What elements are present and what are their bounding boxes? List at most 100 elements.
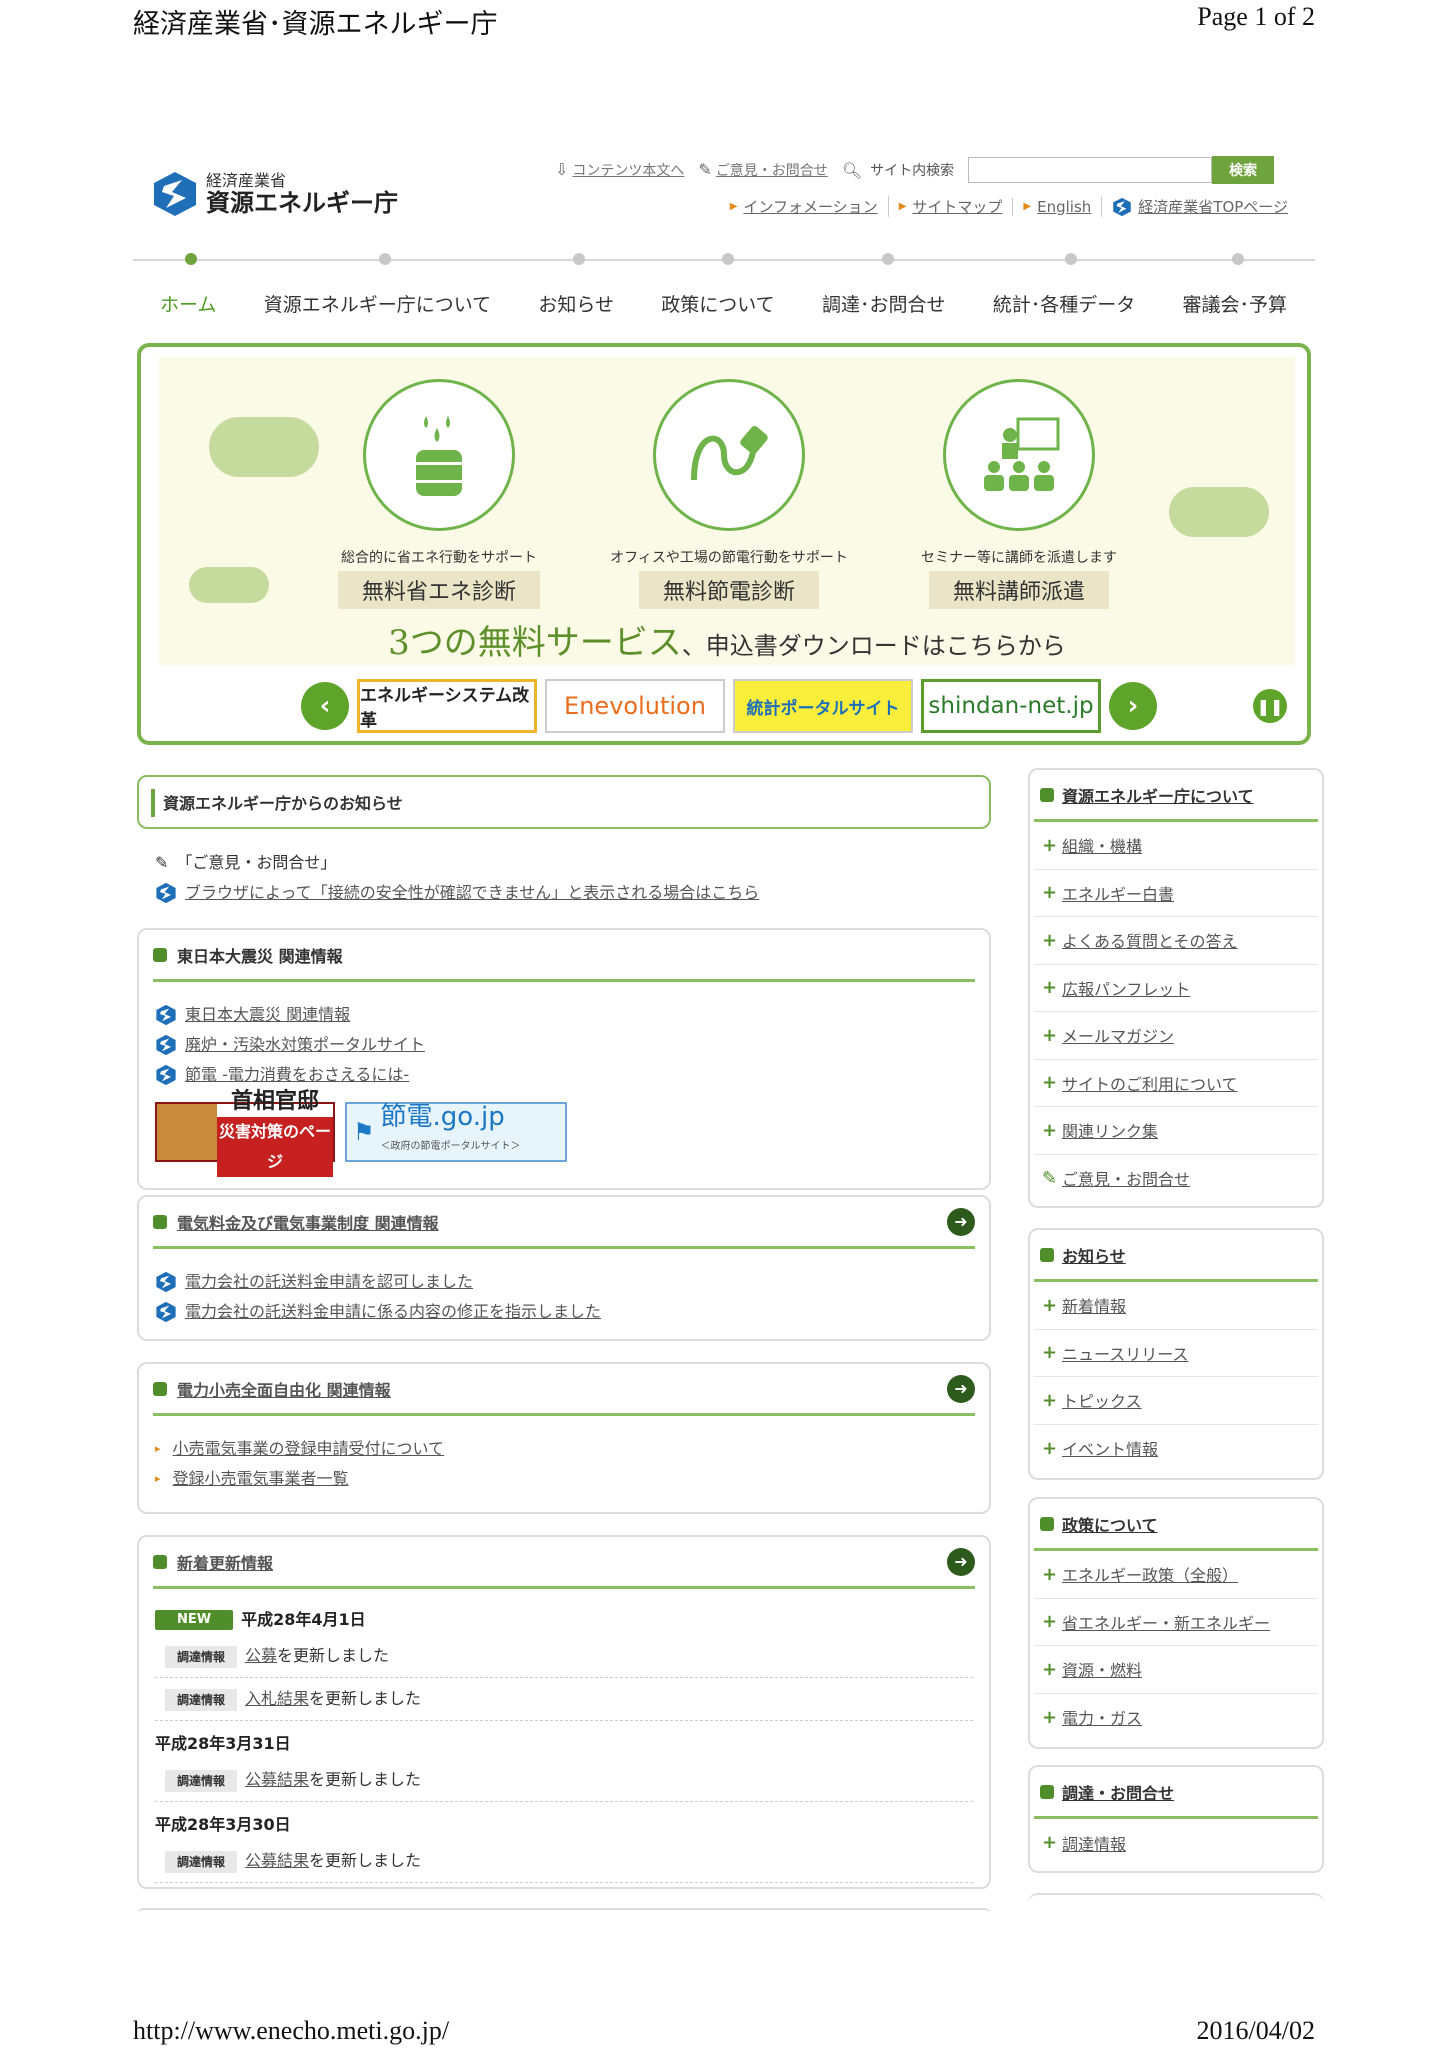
new-badge: NEW [155,1610,234,1630]
hexagon-icon [153,1381,167,1396]
nav-home[interactable]: ホーム [160,290,216,317]
utility-links: ▶ インフォメーション ▶ サイトマップ ▶ English 経済産業省TOPページ [720,196,1298,217]
plus-icon: + [1042,1437,1058,1459]
pencil-icon: ✎ [155,853,169,872]
thumb-statistics-portal[interactable]: 統計ポータルサイト [733,679,913,733]
kantei-building-image [157,1104,217,1160]
plus-icon: + [1042,977,1058,999]
retail-link[interactable]: 小売電気事業の登録申請受付について [155,1434,973,1464]
oil-drum-icon [363,379,515,531]
service-power-audit[interactable]: オフィスや工場の節電行動をサポート 無料節電診断 [599,379,859,609]
notice-feedback[interactable]: ✎ 「ご意見・お問合せ」 [155,848,759,878]
service-lecturer[interactable]: セミナー等に講師を派遣します 無料講師派遣 [889,379,1149,609]
plus-icon: + [1042,1024,1058,1046]
sidebar-item-events[interactable]: + イベント情報 [1034,1425,1318,1473]
retail-liberalization-box: 電力小売全面自由化 関連情報 ➜ 小売電気事業の登録申請受付について 登録小売電… [137,1362,991,1514]
print-url: http://www.enecho.meti.go.jp/ [133,2016,450,2045]
sidebar-item-resources-fuel[interactable]: + 資源・燃料 [1034,1646,1318,1694]
agency-logo-icon [156,1034,176,1056]
news-date: 平成28年3月30日 [155,1815,291,1834]
sidebar-item-site-usage[interactable]: + サイトのご利用について [1034,1060,1318,1107]
sidebar-item-news-release[interactable]: + ニュースリリース [1034,1330,1318,1377]
nav-policy[interactable]: 政策について [661,290,774,317]
quake-link[interactable]: 東日本大震災 関連情報 [155,1000,973,1030]
search-input[interactable] [968,157,1213,183]
english-link[interactable]: ▶ English [1012,197,1101,216]
tariff-link[interactable]: 電力会社の託送料金申請を認可しました [155,1267,973,1297]
notice-browser-warning[interactable]: ブラウザによって「接続の安全性が確認できません」と表示される場合はこちら [155,878,759,908]
banner-cta[interactable]: 3つの無料サービス、申込書ダウンロードはこちらから [159,615,1295,664]
kantei-disaster-banner[interactable]: 首相官邸 災害対策のページ [155,1089,335,1177]
sidebar-item-saving-renewable[interactable]: + 省エネルギー・新エネルギー [1034,1599,1318,1646]
plus-icon: + [1042,1658,1058,1680]
logo-agency: 資源エネルギー庁 [206,188,398,217]
search-icon: 🔍︎ [841,160,863,180]
plus-icon: + [1042,1611,1058,1633]
carousel-next-button[interactable]: › [1109,682,1157,730]
sidebar-item-energy-policy[interactable]: + エネルギー政策（全般） [1034,1551,1318,1599]
carousel-prev-button[interactable]: ‹ [301,682,349,730]
hexagon-icon [1040,1247,1054,1262]
sidebar-item-white-paper[interactable]: + エネルギー白書 [1034,870,1318,917]
triangle-icon: ▶ [898,201,907,212]
triangle-icon: ▶ [729,201,738,212]
news-item: 調達情報 公募結果を更新しました [155,1840,973,1883]
nav-dot [1232,253,1244,265]
news-date: 平成28年3月31日 [155,1734,291,1753]
sidebar-item-procurement-info[interactable]: + 調達情報 [1034,1819,1318,1867]
nav-news[interactable]: お知らせ [538,290,614,317]
sidebar-item-links[interactable]: + 関連リンク集 [1034,1107,1318,1155]
plus-icon: + [1042,882,1058,904]
category-badge: 調達情報 [165,1770,238,1792]
sidebar-item-faq[interactable]: + よくある質問とその答え [1034,917,1318,965]
global-nav: ホーム 資源エネルギー庁について お知らせ 政策について 調達･お問合せ 統計･… [133,290,1315,317]
meti-logo-icon [1113,197,1132,216]
sidebar-heading: 政策について [1034,1499,1318,1551]
plus-icon: + [1042,834,1058,856]
nav-dot [573,253,585,265]
feedback-link[interactable]: ✎ ご意見・お問合せ [698,160,827,180]
thumb-enevolution[interactable]: Enevolution [545,679,725,733]
skip-link[interactable]: ⇩ コンテンツ本文へ [555,160,684,180]
sidebar-item-pamphlet[interactable]: + 広報パンフレット [1034,965,1318,1012]
chevron-right-icon: › [1127,691,1139,721]
info-link[interactable]: ▶ インフォメーション [720,196,888,217]
nav-council[interactable]: 審議会･予算 [1182,290,1287,317]
site-logo[interactable]: 経済産業省 資源エネルギー庁 [152,170,398,218]
next-sidebar-edge [1028,1893,1324,1913]
retail-link[interactable]: 登録小売電気事業者一覧 [155,1464,973,1494]
sidebar-item-whats-new[interactable]: + 新着情報 [1034,1282,1318,1330]
search-button[interactable]: 検索 [1212,156,1275,184]
arrow-right-icon[interactable]: ➜ [947,1207,975,1236]
sidebar-item-topics[interactable]: + トピックス [1034,1377,1318,1425]
thumb-energy-reform[interactable]: エネルギーシステム改革 [357,679,537,733]
sidebar-item-feedback[interactable]: ✎ ご意見・お問合せ [1034,1155,1318,1203]
decommission-link[interactable]: 廃炉・汚染水対策ポータルサイト [155,1030,973,1060]
plus-icon: + [1042,1706,1058,1728]
nav-about[interactable]: 資源エネルギー庁について [264,290,491,317]
meti-top-link[interactable]: 経済産業省TOPページ [1101,196,1298,217]
print-date: 2016/04/02 [1196,2016,1315,2045]
nav-dot [882,253,894,265]
thumb-shindan-net[interactable]: shindan-net.jp [921,679,1101,733]
sitemap-link[interactable]: ▶ サイトマップ [887,196,1013,217]
service-energy-audit[interactable]: 総合的に省エネ行動をサポート 無料省エネ診断 [309,379,569,609]
sidebar-item-organization[interactable]: + 組織・機構 [1034,822,1318,870]
agency-logo-icon [156,1064,176,1086]
power-saving-link[interactable]: 節電 -電力消費をおさえるには- [155,1060,973,1090]
hexagon-icon [153,1214,167,1229]
sidebar-item-electricity-gas[interactable]: + 電力・ガス [1034,1694,1318,1742]
sidebar-item-mail-magazine[interactable]: + メールマガジン [1034,1012,1318,1060]
arrow-right-icon[interactable]: ➜ [947,1374,975,1403]
print-page-number: Page 1 of 2 [1197,2,1315,31]
utility-bar: ⇩ コンテンツ本文へ ✎ ご意見・お問合せ 🔍︎ サイト内検索 検索 [555,156,1275,184]
chevron-left-icon: ‹ [319,691,331,721]
nav-procurement[interactable]: 調達･お問合せ [822,290,946,317]
carousel-pause-button[interactable]: ❚❚ [1253,689,1287,723]
sidebar-procurement: 調達・お問合せ + 調達情報 [1028,1765,1324,1873]
arrow-right-icon[interactable]: ➜ [947,1547,975,1576]
tariff-link[interactable]: 電力会社の託送料金申請に係る内容の修正を指示しました [155,1297,973,1327]
banner-slide[interactable]: 総合的に省エネ行動をサポート 無料省エネ診断 オフィスや工場の節電行動をサポート… [159,357,1295,665]
nav-statistics[interactable]: 統計･各種データ [993,290,1136,317]
setsuden-banner[interactable]: ⚑ 節電.go.jp ＜政府の節電ポータルサイト＞ [345,1102,567,1162]
